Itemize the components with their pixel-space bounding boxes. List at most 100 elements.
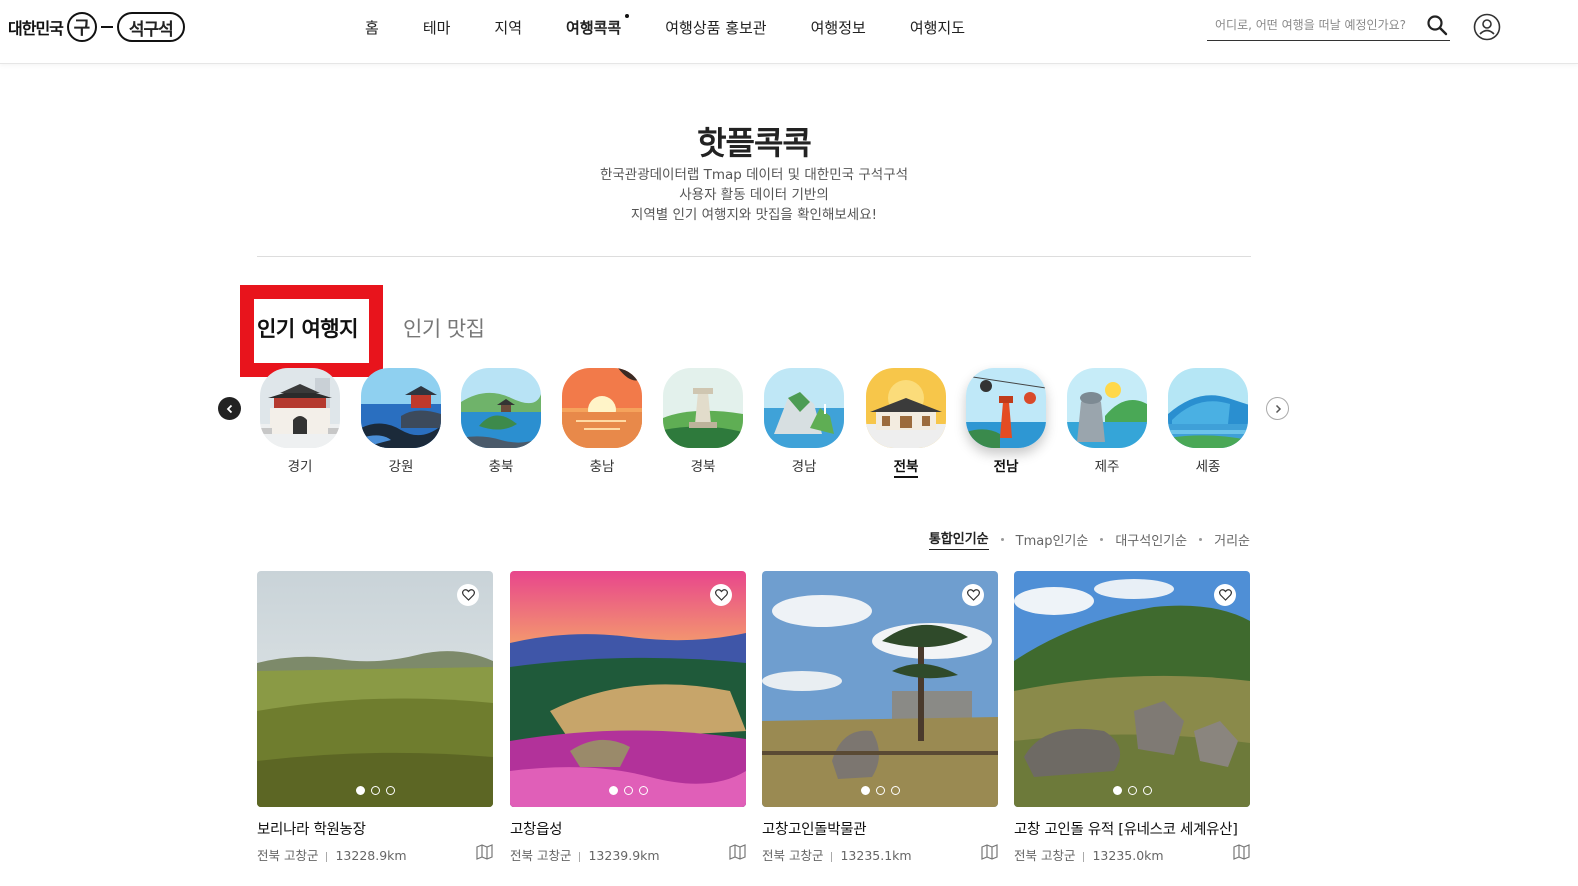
indicator-dot[interactable] <box>875 786 885 795</box>
carousel-indicator <box>762 786 998 795</box>
region-chungbuk[interactable]: 충북 <box>460 368 542 475</box>
map-icon[interactable] <box>729 844 746 860</box>
place-distance: 13235.1km <box>840 848 912 863</box>
heart-icon <box>714 589 728 601</box>
place-card: 고창고인돌박물관 전북 고창군 13235.1km <box>762 571 998 863</box>
indicator-dot[interactable] <box>860 786 870 795</box>
map-icon[interactable] <box>981 844 998 860</box>
place-distance: 13239.9km <box>588 848 660 863</box>
favorite-button[interactable] <box>1214 584 1236 606</box>
nav-travel-kokkok[interactable]: 여행콕콕 <box>566 13 630 38</box>
favorite-button[interactable] <box>710 584 732 606</box>
region-sejong[interactable]: 세종 <box>1167 368 1249 475</box>
place-photo[interactable] <box>762 571 998 807</box>
place-photo[interactable] <box>257 571 493 807</box>
place-photo[interactable] <box>1014 571 1250 807</box>
indicator-dot[interactable] <box>1112 786 1122 795</box>
cable-car-tower-icon <box>966 368 1046 448</box>
indicator-dot[interactable] <box>355 786 365 795</box>
indicator-dot[interactable] <box>623 786 633 795</box>
region-label: 전남 <box>993 459 1019 475</box>
sort-separator <box>1199 537 1203 541</box>
carousel-next-button[interactable] <box>1266 397 1289 420</box>
fortress-gate-icon <box>260 368 340 448</box>
favorite-button[interactable] <box>457 584 479 606</box>
site-logo[interactable]: 대한민국 구 석구석 <box>8 10 185 44</box>
place-title[interactable]: 고창고인돌박물관 <box>762 818 998 839</box>
place-card: 고창읍성 전북 고창군 13239.9km <box>510 571 746 863</box>
map-icon[interactable] <box>1233 844 1250 860</box>
map-icon[interactable] <box>476 844 493 860</box>
modern-building-icon <box>1168 368 1248 448</box>
search-bar <box>1207 10 1450 41</box>
region-jeonnam[interactable]: 전남 <box>965 368 1047 475</box>
region-label: 제주 <box>1094 459 1120 475</box>
indicator-dot[interactable] <box>370 786 380 795</box>
carousel-prev-button[interactable] <box>218 397 241 420</box>
search-input[interactable] <box>1207 18 1419 32</box>
favorite-button[interactable] <box>962 584 984 606</box>
nav-theme[interactable]: 테마 <box>423 17 451 38</box>
site-header: 대한민국 구 석구석 홈 테마 지역 여행콕콕 여행상품 홍보관 여행정보 여행… <box>0 0 1578 64</box>
place-title[interactable]: 고창 고인돌 유적 [유네스코 세계유산] <box>1014 818 1250 839</box>
stone-tower-icon <box>663 368 743 448</box>
place-card: 보리나라 학원농장 전북 고창군 13228.9km <box>257 571 493 863</box>
indicator-dot[interactable] <box>638 786 648 795</box>
hanok-village-icon <box>866 368 946 448</box>
region-gyeongbuk[interactable]: 경북 <box>662 368 744 475</box>
nav-region[interactable]: 지역 <box>494 17 522 38</box>
indicator-dot[interactable] <box>385 786 395 795</box>
sort-daegu[interactable]: 대구석인기순 <box>1115 530 1187 549</box>
search-icon[interactable] <box>1425 13 1449 37</box>
region-chungnam[interactable]: 충남 <box>561 368 643 475</box>
nav-home[interactable]: 홈 <box>365 17 379 38</box>
place-photo[interactable] <box>510 571 746 807</box>
region-gyeongnam[interactable]: 경남 <box>763 368 845 475</box>
place-region: 전북 고창군 <box>1014 848 1076 863</box>
place-meta: 전북 고창군 13239.9km <box>510 844 746 863</box>
main-nav: 홈 테마 지역 여행콕콕 여행상품 홍보관 여행정보 여행지도 <box>365 0 1009 54</box>
heart-icon <box>461 589 475 601</box>
region-label: 경기 <box>287 459 313 475</box>
region-label: 세종 <box>1195 459 1221 475</box>
place-meta: 전북 고창군 13228.9km <box>257 844 493 863</box>
user-icon[interactable] <box>1473 13 1501 41</box>
region-jeju[interactable]: 제주 <box>1066 368 1148 475</box>
place-region: 전북 고창군 <box>257 848 319 863</box>
indicator-dot[interactable] <box>1127 786 1137 795</box>
nav-travel-map[interactable]: 여행지도 <box>910 17 965 38</box>
region-label: 경북 <box>690 459 716 475</box>
place-title[interactable]: 보리나라 학원농장 <box>257 818 493 839</box>
region-label: 경남 <box>791 459 817 475</box>
indicator-dot[interactable] <box>890 786 900 795</box>
carousel-indicator <box>257 786 493 795</box>
sort-options: 통합인기순 Tmap인기순 대구석인기순 거리순 <box>900 528 1250 550</box>
nav-product-hall[interactable]: 여행상품 홍보관 <box>665 17 766 38</box>
nav-travel-kokkok-label: 여행콕콕 <box>566 18 622 37</box>
carousel-indicator <box>1014 786 1250 795</box>
nav-active-dot <box>625 13 630 18</box>
description-line: 사용자 활동 데이터 기반의 <box>679 187 829 203</box>
region-gyeonggi[interactable]: 경기 <box>259 368 341 475</box>
dol-hareubang-icon <box>1067 368 1147 448</box>
tab-popular-places[interactable]: 인기 여행지 <box>257 313 358 343</box>
sort-separator <box>1000 537 1004 541</box>
heart-icon <box>1218 589 1232 601</box>
tab-popular-restaurants[interactable]: 인기 맛집 <box>403 313 485 343</box>
description-line: 한국관광데이터랩 Tmap 데이터 및 대한민국 구석구석 <box>599 167 909 183</box>
place-title[interactable]: 고창읍성 <box>510 818 746 839</box>
nav-travel-info[interactable]: 여행정보 <box>811 17 866 38</box>
indicator-dot[interactable] <box>608 786 618 795</box>
sort-distance[interactable]: 거리순 <box>1214 530 1250 549</box>
region-jeonbuk[interactable]: 전북 <box>865 368 947 478</box>
chevron-right-icon <box>1275 404 1281 413</box>
indicator-dot[interactable] <box>1142 786 1152 795</box>
meta-separator <box>326 851 328 862</box>
place-meta: 전북 고창군 13235.1km <box>762 844 998 863</box>
sort-tmap[interactable]: Tmap인기순 <box>1016 530 1089 549</box>
carousel-indicator <box>510 786 746 795</box>
sort-integrated[interactable]: 통합인기순 <box>928 528 989 550</box>
region-gangwon[interactable]: 강원 <box>360 368 442 475</box>
logo-text-left: 대한민국 <box>8 19 64 38</box>
chevron-left-icon <box>226 404 232 413</box>
